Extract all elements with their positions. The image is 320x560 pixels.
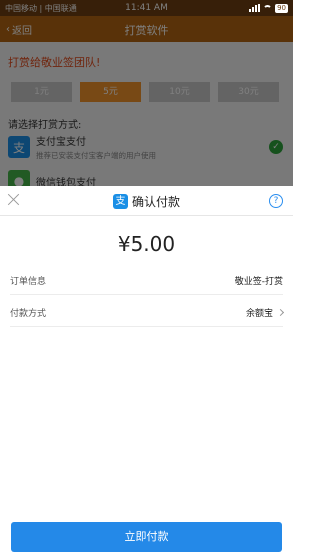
payment-method-row[interactable]: 付款方式 余额宝 bbox=[10, 298, 285, 327]
pay-now-button[interactable]: 立即付款 bbox=[11, 522, 282, 552]
payment-method-label: 付款方式 bbox=[10, 308, 47, 319]
alipay-icon: 支 bbox=[112, 194, 128, 209]
sheet-title: 支 确认付款 bbox=[0, 193, 293, 210]
payment-amount: ¥5.00 bbox=[117, 232, 176, 256]
chevron-right-icon bbox=[276, 308, 285, 316]
status-icons: 90 bbox=[249, 3, 288, 13]
order-info-value: 敬业签-打赏 bbox=[234, 276, 283, 287]
sheet-header: 支 确认付款 ? bbox=[0, 186, 293, 216]
signal-icon bbox=[249, 4, 261, 12]
order-info-row: 订单信息 敬业签-打赏 bbox=[10, 266, 283, 295]
help-icon[interactable]: ? bbox=[269, 194, 283, 208]
battery-icon: 90 bbox=[275, 3, 288, 13]
order-info-label: 订单信息 bbox=[10, 276, 47, 287]
wifi-icon bbox=[263, 4, 273, 12]
payment-sheet: 支 确认付款 ? ¥5.00 订单信息 敬业签-打赏 付款方式 余额宝 bbox=[0, 186, 293, 560]
sheet-title-text: 确认付款 bbox=[131, 195, 180, 209]
payment-method-value: 余额宝 bbox=[245, 308, 273, 319]
